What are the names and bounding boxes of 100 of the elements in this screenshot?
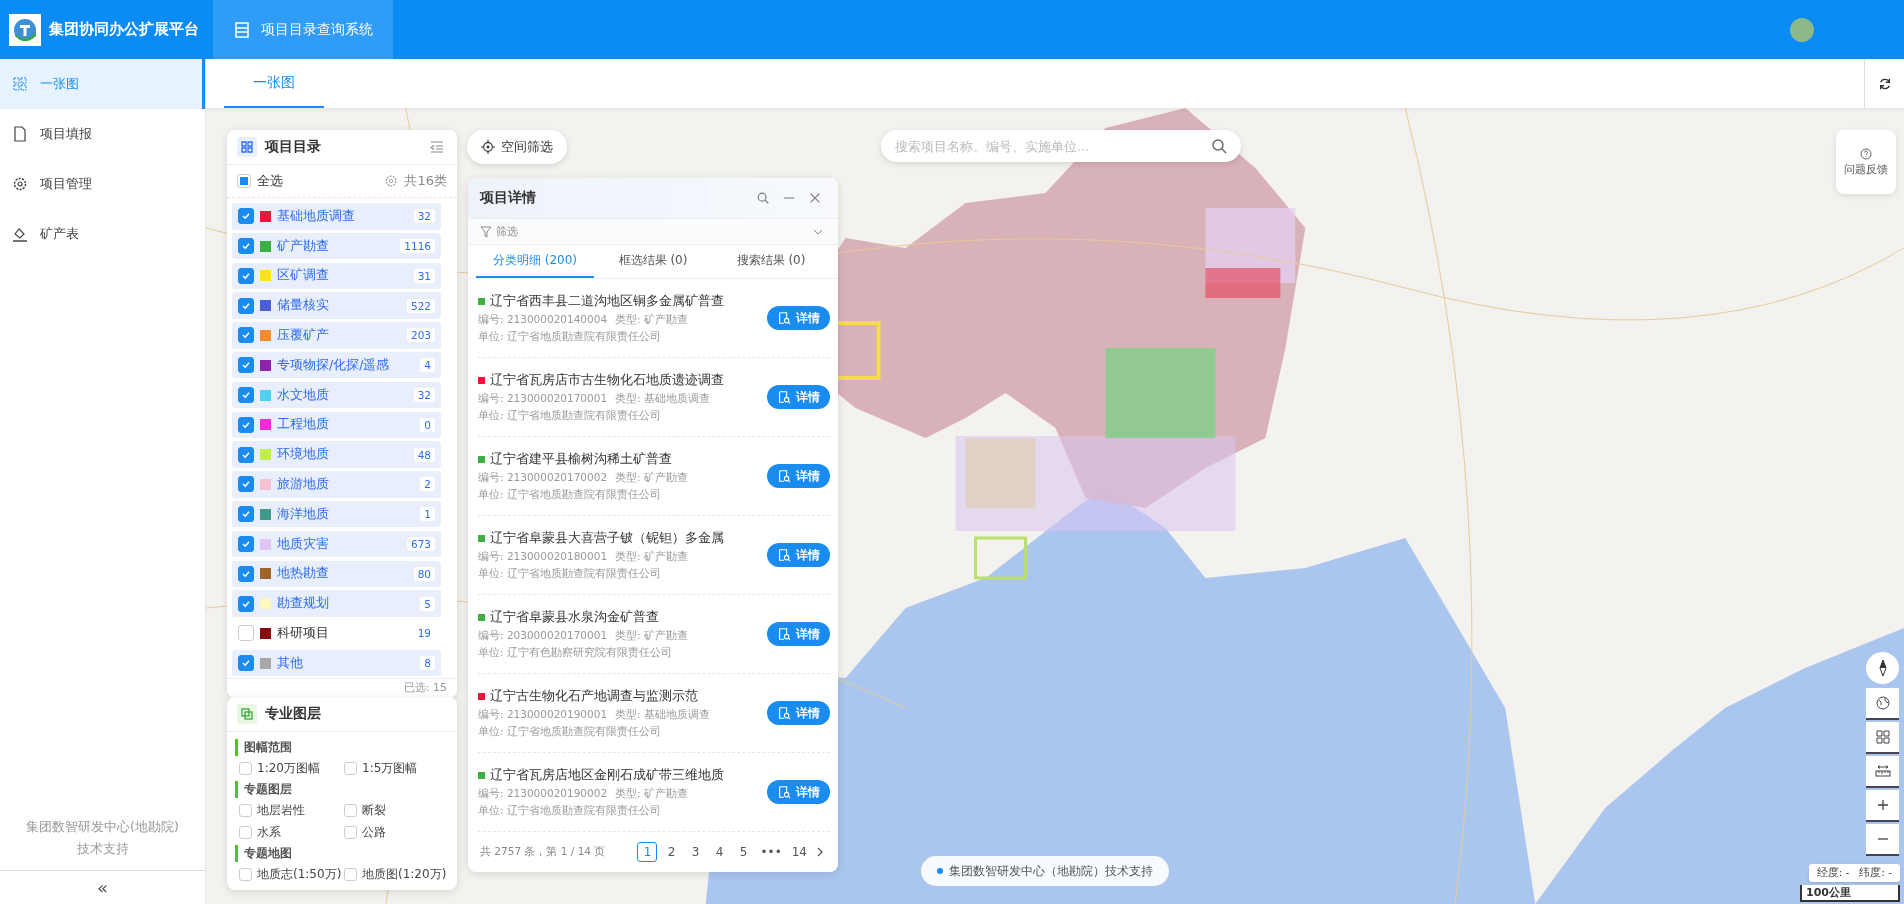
category-item[interactable]: 工程地质 0	[232, 411, 441, 439]
category-item[interactable]: 水文地质 32	[232, 381, 441, 409]
filter-toggle[interactable]: 筛选	[496, 224, 518, 239]
results-tab[interactable]: 分类明细 (200)	[476, 245, 594, 278]
category-checkbox[interactable]	[238, 655, 254, 672]
sidebar-item[interactable]: 项目填报	[0, 109, 205, 159]
longitude-text: 经度: -	[1816, 866, 1850, 880]
select-all-checkbox[interactable]	[237, 174, 251, 188]
category-count: 5	[420, 596, 435, 611]
page-button[interactable]: 1	[637, 842, 658, 862]
category-item[interactable]: 压覆矿产 203	[232, 322, 441, 349]
category-item[interactable]: 矿产勘查 1116	[232, 232, 441, 260]
project-type: 类型: 矿产勘查	[615, 470, 688, 485]
category-item[interactable]: 旅游地质 2	[232, 471, 441, 498]
layer-option[interactable]: 1:5万图幅	[340, 758, 449, 778]
category-checkbox[interactable]	[238, 297, 254, 314]
category-checkbox[interactable]	[238, 208, 254, 225]
layer-option[interactable]: 公路	[340, 822, 449, 842]
search-icon[interactable]	[756, 191, 770, 205]
category-checkbox[interactable]	[238, 536, 254, 552]
zoom-in-button[interactable]	[1866, 790, 1899, 822]
category-count: 203	[406, 328, 435, 343]
feedback-button[interactable]: 问题反馈	[1836, 130, 1896, 194]
sidebar-item[interactable]: 矿产表	[0, 209, 205, 259]
category-count: 0	[420, 417, 435, 432]
crosshair-icon	[481, 140, 495, 154]
layer-checkbox[interactable]	[239, 825, 252, 839]
measure-button[interactable]	[1866, 756, 1899, 788]
page-button[interactable]: 3	[685, 842, 706, 862]
sidebar-item[interactable]: 一张图	[0, 59, 205, 109]
details-button[interactable]: 详情	[767, 385, 830, 409]
basemap-button[interactable]	[1866, 688, 1899, 720]
dot-icon	[937, 868, 943, 874]
page-button[interactable]: 14	[788, 842, 810, 862]
search-field[interactable]: 搜索项目名称、编号、实施单位...	[881, 130, 1241, 162]
details-button[interactable]: 详情	[767, 464, 830, 488]
category-item[interactable]: 基础地质调查 32	[232, 203, 441, 230]
layer-option[interactable]: 地质图(1:20万)	[340, 864, 449, 884]
category-checkbox[interactable]	[238, 327, 254, 344]
category-item[interactable]: 其他 8	[232, 649, 441, 677]
category-item[interactable]: 储量核实 522	[232, 292, 441, 319]
close-icon[interactable]	[808, 191, 822, 205]
layer-checkbox[interactable]	[239, 761, 252, 775]
layer-checkbox[interactable]	[344, 803, 357, 817]
category-checkbox[interactable]	[238, 476, 254, 493]
category-checkbox[interactable]	[238, 506, 254, 523]
results-tab[interactable]: 框选结果 (0)	[594, 245, 712, 278]
category-item[interactable]: 地热勘查 80	[232, 560, 441, 588]
category-item[interactable]: 海洋地质 1	[232, 500, 441, 528]
details-button[interactable]: 详情	[767, 622, 830, 646]
page-button[interactable]: •••	[757, 842, 785, 862]
logo-icon	[9, 13, 41, 46]
category-item[interactable]: 专项物探/化探/遥感 4	[232, 352, 441, 379]
spatial-filter-button[interactable]: 空间筛选	[467, 130, 567, 164]
project-unit: 单位: 辽宁省地质勘查院有限责任公司	[478, 803, 661, 818]
layer-option[interactable]: 水系	[235, 822, 340, 842]
category-checkbox[interactable]	[238, 625, 254, 642]
page-button[interactable]: 5	[733, 842, 754, 862]
layer-option[interactable]: 断裂	[340, 800, 449, 820]
layer-checkbox[interactable]	[344, 761, 357, 775]
zoom-out-button[interactable]	[1866, 824, 1899, 856]
system-tab[interactable]: 项目目录查询系统	[213, 0, 393, 59]
list-indent-icon[interactable]	[429, 139, 445, 155]
category-item[interactable]: 区矿调查 31	[232, 262, 441, 290]
check-icon	[240, 538, 252, 550]
gear-icon[interactable]	[384, 174, 399, 188]
collapse-button[interactable]: «	[0, 870, 205, 904]
category-checkbox[interactable]	[238, 387, 254, 404]
layer-checkbox[interactable]	[344, 867, 357, 881]
category-item[interactable]: 地质灾害 673	[232, 530, 441, 558]
details-button[interactable]: 详情	[767, 543, 830, 567]
category-item[interactable]: 勘查规划 5	[232, 590, 441, 617]
results-tab[interactable]: 搜索结果 (0)	[712, 245, 830, 278]
category-checkbox[interactable]	[238, 595, 254, 612]
qr-button[interactable]	[1866, 722, 1899, 754]
layer-option[interactable]: 地层岩性	[235, 800, 340, 820]
layer-checkbox[interactable]	[239, 867, 252, 881]
search-icon[interactable]	[1211, 138, 1227, 154]
details-button[interactable]: 详情	[767, 306, 830, 330]
project-type: 类型: 矿产勘查	[615, 628, 688, 643]
category-item[interactable]: 科研项目 19	[232, 620, 441, 647]
category-checkbox[interactable]	[238, 267, 254, 284]
category-checkbox[interactable]	[238, 238, 254, 255]
category-checkbox[interactable]	[238, 446, 254, 463]
details-button[interactable]: 详情	[767, 701, 830, 725]
category-checkbox[interactable]	[238, 357, 254, 374]
category-name: 储量核实	[277, 297, 329, 315]
page-button[interactable]: 2	[661, 842, 682, 862]
category-count: 2	[420, 477, 435, 492]
category-checkbox[interactable]	[238, 565, 254, 582]
sidebar-item[interactable]: 项目管理	[0, 159, 205, 209]
category-item[interactable]: 环境地质 48	[232, 441, 441, 468]
page-button[interactable]: 4	[709, 842, 730, 862]
layer-option[interactable]: 1:20万图幅	[235, 758, 340, 778]
category-count: 522	[406, 298, 435, 313]
layer-checkbox[interactable]	[239, 803, 252, 817]
layer-checkbox[interactable]	[344, 825, 357, 839]
layer-option[interactable]: 地质志(1:50万)	[235, 864, 340, 884]
category-checkbox[interactable]	[238, 416, 254, 433]
details-button[interactable]: 详情	[767, 780, 830, 804]
